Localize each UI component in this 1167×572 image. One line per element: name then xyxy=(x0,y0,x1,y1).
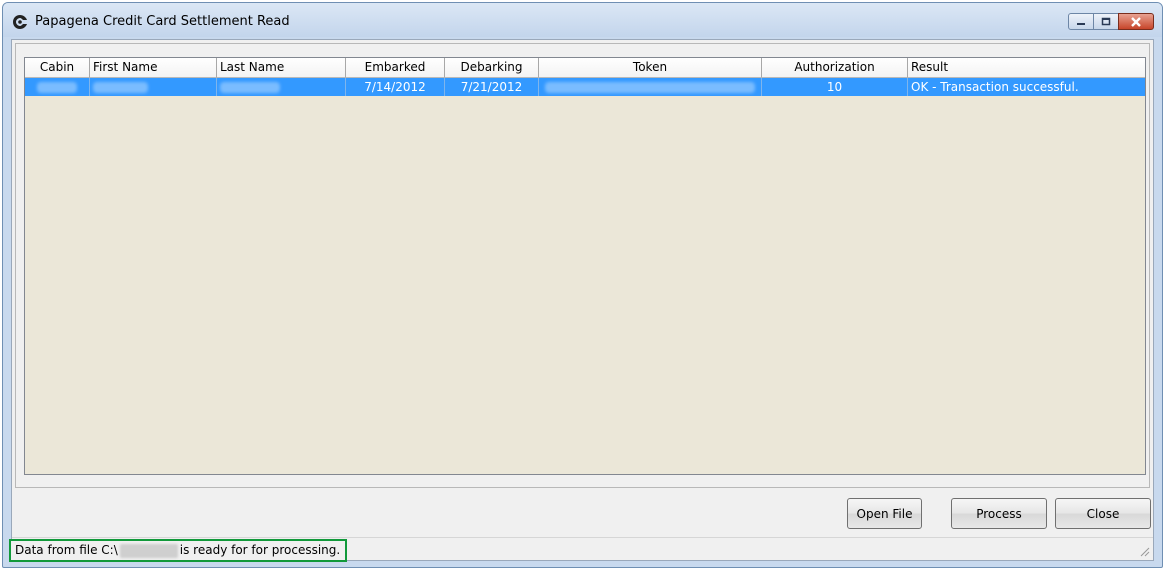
main-window: Papagena Credit Card Settlement Read Cab… xyxy=(2,2,1163,568)
resize-grip-icon[interactable] xyxy=(1138,545,1150,557)
open-file-button[interactable]: Open File xyxy=(847,498,922,529)
list-header: Cabin First Name Last Name Embarked Deba… xyxy=(25,58,1145,78)
cell-last-name xyxy=(217,78,346,96)
window-controls xyxy=(1068,13,1154,30)
column-header-token[interactable]: Token xyxy=(539,58,762,78)
column-header-authorization[interactable]: Authorization xyxy=(762,58,908,78)
column-header-cabin[interactable]: Cabin xyxy=(25,58,90,78)
status-suffix: is ready for for processing. xyxy=(179,543,341,557)
restore-icon xyxy=(1101,17,1111,26)
column-header-first-name[interactable]: First Name xyxy=(90,58,217,78)
redacted-path xyxy=(119,543,178,558)
table-row[interactable]: 7/14/2012 7/21/2012 10 OK - Transaction … xyxy=(25,78,1145,96)
column-header-embarked[interactable]: Embarked xyxy=(346,58,445,78)
cell-debarking: 7/21/2012 xyxy=(445,78,539,96)
window-title: Papagena Credit Card Settlement Read xyxy=(35,14,290,29)
settlement-list-view[interactable]: Cabin First Name Last Name Embarked Deba… xyxy=(24,57,1146,475)
process-button[interactable]: Process xyxy=(951,498,1047,529)
status-bar: Data from file C:\ is ready for for proc… xyxy=(9,537,1153,562)
cell-result: OK - Transaction successful. xyxy=(911,80,1079,94)
close-icon xyxy=(1131,16,1141,27)
column-header-last-name[interactable]: Last Name xyxy=(217,58,346,78)
minimize-button[interactable] xyxy=(1068,13,1094,30)
close-button[interactable]: Close xyxy=(1055,498,1151,529)
column-header-debarking[interactable]: Debarking xyxy=(445,58,539,78)
app-logo-icon xyxy=(13,15,27,29)
close-window-button[interactable] xyxy=(1118,13,1154,30)
maximize-button[interactable] xyxy=(1093,13,1119,30)
window-client-area: Cabin First Name Last Name Embarked Deba… xyxy=(9,39,1154,562)
minimize-icon xyxy=(1077,22,1085,25)
title-bar[interactable]: Papagena Credit Card Settlement Read xyxy=(3,3,1162,37)
column-header-result[interactable]: Result xyxy=(908,58,1145,78)
cell-cabin xyxy=(25,78,90,96)
cell-token xyxy=(539,78,762,96)
cell-first-name xyxy=(90,78,217,96)
cell-authorization: 10 xyxy=(762,78,908,96)
cell-embarked: 7/14/2012 xyxy=(346,78,445,96)
status-message: Data from file C:\ is ready for for proc… xyxy=(9,539,347,562)
status-prefix: Data from file C:\ xyxy=(15,543,118,557)
